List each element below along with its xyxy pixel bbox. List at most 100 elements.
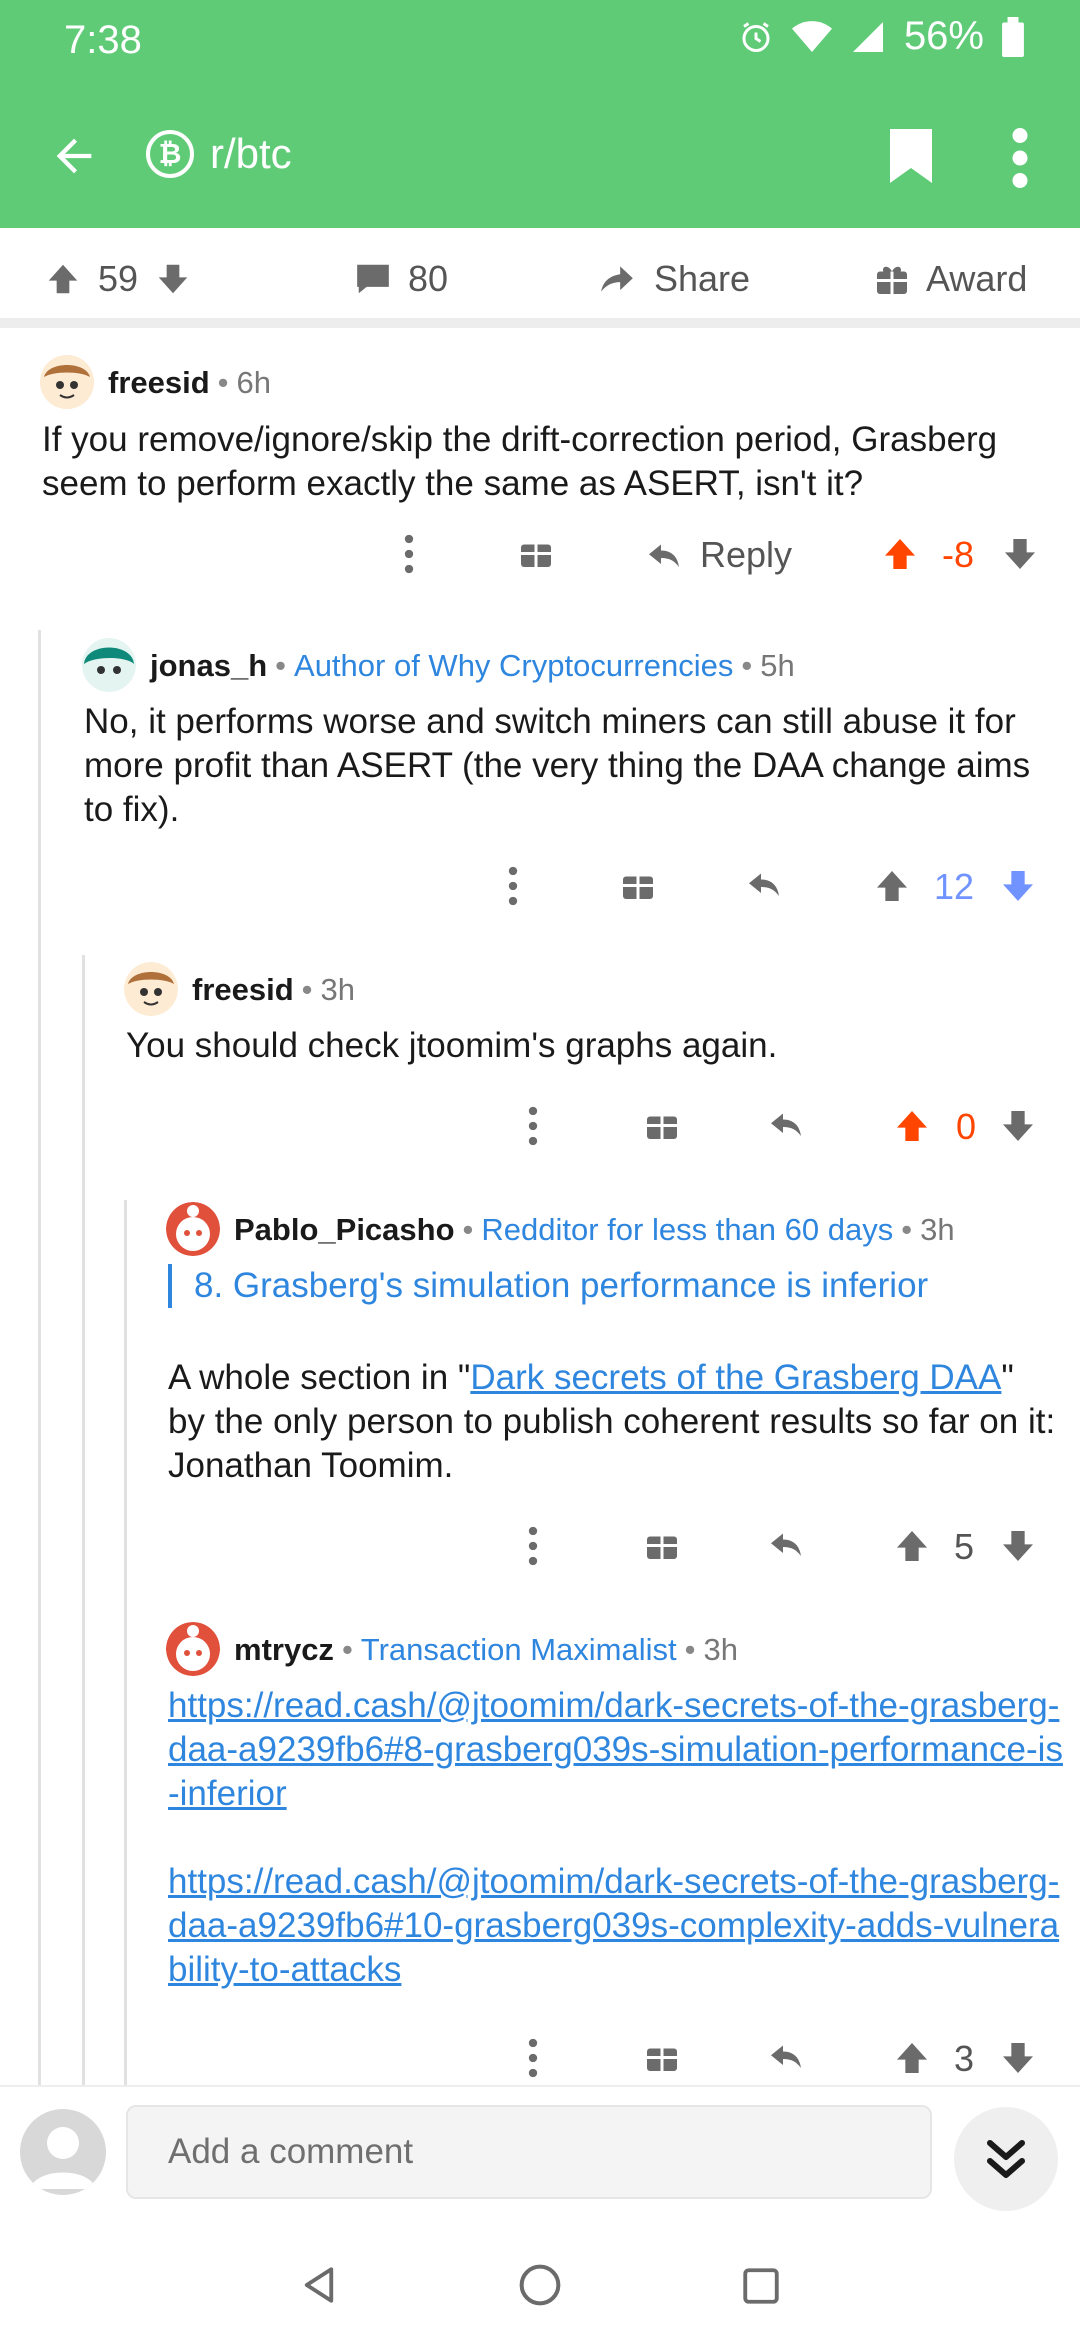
upvote-icon[interactable] [880,534,920,574]
comment-actions: 12 [500,866,1050,926]
avatar[interactable] [166,1622,220,1676]
meta-separator: • [901,1212,913,1247]
meta-separator: • [275,648,287,683]
user-flair: Redditor for less than 60 days [481,1212,894,1247]
post-action-bar: 59 80 Share Award [0,228,1080,328]
post-score: 59 [98,258,139,299]
reply-label: Reply [700,534,793,575]
battery-percent: 56% [903,14,984,58]
comment-author[interactable]: mtrycz [234,1632,334,1668]
meta-separator: • [741,648,753,683]
meta-separator: • [462,1212,474,1247]
nav-home-icon[interactable] [518,2263,562,2307]
user-avatar[interactable] [20,2109,106,2195]
nav-recents-icon[interactable] [740,2265,782,2307]
meta-separator: • [301,972,313,1007]
comment-age: 5h [760,648,795,683]
bookmark-icon[interactable] [890,128,932,184]
award-label: Award [926,258,1028,299]
comment-text: A whole section in " [168,1358,471,1397]
comment-score: 3 [954,2038,975,2079]
more-options-icon[interactable] [528,1526,538,1566]
comment-actions: 0 [520,1106,1050,1166]
reply-icon[interactable] [744,866,784,902]
share-button[interactable]: Share [596,258,750,300]
double-chevron-down-icon [987,2140,1025,2178]
gift-icon[interactable] [620,866,656,902]
wifi-icon [791,20,832,52]
comment-age: 3h [320,972,356,1007]
comments-button[interactable]: 80 [354,258,448,300]
comment-body: https://read.cash/@jtoomim/dark-secrets-… [168,1684,1068,1992]
more-options-icon[interactable] [404,534,414,574]
nav-back-icon[interactable] [298,2263,340,2307]
avatar[interactable] [124,962,178,1016]
subreddit-icon[interactable]: ₿ [146,130,194,178]
comment-icon [357,264,389,294]
avatar[interactable] [82,638,136,692]
add-comment-input[interactable]: Add a comment [126,2105,932,2199]
downvote-icon[interactable] [1000,534,1040,574]
url-link[interactable]: https://read.cash/@jtoomim/dark-secrets-… [168,1862,1059,1989]
comment-actions: 5 [520,1526,1050,1586]
more-options-icon[interactable] [528,2038,538,2078]
comment-age: 3h [703,1632,738,1667]
award-button[interactable]: Award [874,258,1027,300]
comment-body: You should check jtoomim's graphs again. [126,1026,778,1065]
avatar[interactable] [166,1202,220,1256]
meta-separator: • [684,1632,696,1667]
url-link[interactable]: https://read.cash/@jtoomim/dark-secrets-… [168,1686,1063,1813]
reply-icon[interactable] [766,1106,806,1142]
comment-author[interactable]: Pablo_Picasho [234,1212,455,1248]
downvote-icon[interactable] [154,260,192,298]
comment-author[interactable]: freesid [192,972,294,1008]
comment-body: If you remove/ignore/skip the drift-corr… [42,420,998,503]
back-arrow-icon[interactable] [48,130,100,182]
gift-icon[interactable] [644,1106,680,1142]
signal-icon [852,21,883,52]
meta-separator: • [341,1632,353,1667]
comment-actions: Reply -8 [390,534,1050,594]
more-options-icon[interactable] [528,1106,538,1146]
app-bar: ₿ r/btc [0,80,1080,228]
gift-icon[interactable] [518,534,554,570]
downvote-icon[interactable] [998,1106,1038,1146]
comment-score: -8 [942,534,975,575]
upvote-icon[interactable] [892,1106,932,1146]
reply-icon[interactable] [766,2038,806,2074]
upvote-icon[interactable] [44,260,82,298]
comment-score: 12 [934,866,975,907]
reply-icon [649,544,679,567]
gift-icon [877,266,907,294]
upvote-icon[interactable] [892,2038,932,2078]
collapse-button[interactable] [954,2107,1058,2211]
battery-icon [1002,16,1024,57]
alarm-icon [742,21,770,52]
system-nav-bar [0,2225,1080,2340]
gift-icon[interactable] [644,1526,680,1562]
upvote-icon[interactable] [892,1526,932,1566]
downvote-icon[interactable] [998,2038,1038,2078]
thread-line [38,630,41,2085]
gift-icon[interactable] [644,2038,680,2074]
more-options-icon[interactable] [508,866,518,906]
user-flair: Transaction Maximalist [360,1632,677,1667]
downvote-icon[interactable] [998,1526,1038,1566]
avatar[interactable] [40,355,94,409]
subreddit-name[interactable]: r/btc [210,130,292,178]
comment-body: No, it performs worse and switch miners … [84,702,1031,829]
post-vote-group: 59 [44,258,192,300]
comment-age: 3h [920,1212,955,1247]
article-link[interactable]: Dark secrets of the Grasberg DAA [470,1358,1001,1397]
more-options-icon[interactable] [1010,128,1030,188]
downvote-icon[interactable] [998,866,1038,906]
comment-age: 6h [236,365,272,400]
upvote-icon[interactable] [872,866,912,906]
comment-author[interactable]: freesid [108,365,210,401]
comment-author[interactable]: jonas_h [150,648,267,684]
reply-icon[interactable] [766,1526,806,1562]
reply-button[interactable]: Reply [644,534,792,576]
share-label: Share [654,258,751,299]
comment-score: 0 [956,1106,977,1147]
